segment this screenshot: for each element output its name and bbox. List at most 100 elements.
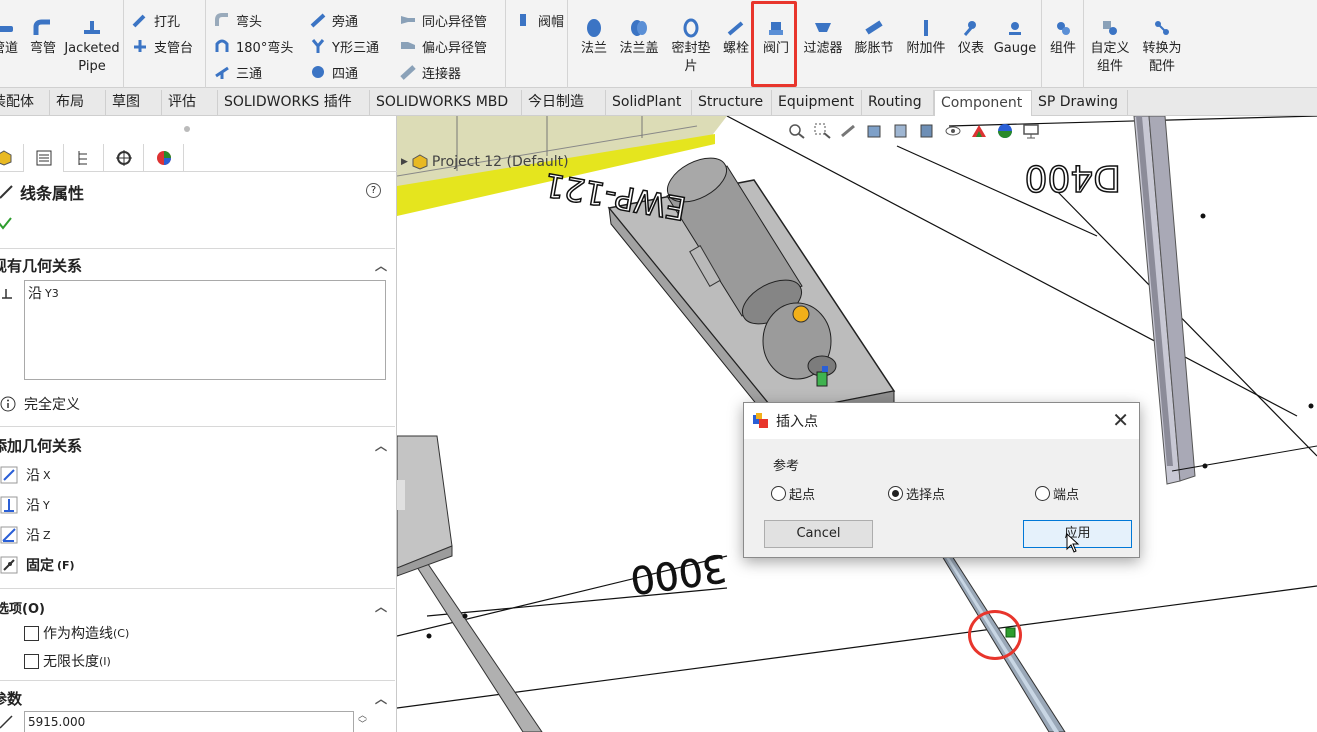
length-spinner[interactable]: ︿ ﹀ [358,712,367,730]
panel-title: 线条属性 [20,184,85,203]
edit-appearance-icon[interactable] [969,122,989,140]
bolt-button[interactable]: 螺栓 [716,0,756,58]
bend-pipe-icon [33,19,50,35]
tab-structure[interactable]: Structure [692,90,772,116]
zoom-to-fit-icon[interactable] [787,122,807,140]
tab-routing[interactable]: Routing [862,90,934,116]
tab-sp-drawing[interactable]: SP Drawing [1032,90,1128,116]
tab-solidplant[interactable]: SolidPlant [606,90,692,116]
radio-end-point[interactable]: 端点 [1035,484,1079,503]
tab-today-manufacturing[interactable]: 今日制造 [522,90,606,116]
custom-assembly-button[interactable]: 自定义 组件 [1086,0,1134,76]
tab-solidworks-mbd[interactable]: SOLIDWORKS MBD [370,90,522,116]
parameters-header[interactable]: 参数 ︿ [0,688,397,709]
attachment-button[interactable]: 附加件 [902,0,950,58]
gauge-button[interactable]: Gauge [992,0,1038,58]
y-tee-button[interactable]: Y形三通 [310,35,379,57]
help-button[interactable]: ? [366,183,381,198]
tab-sketch[interactable]: 草图 [106,90,162,116]
radio-circle-checked[interactable] [888,486,903,501]
tee-button[interactable]: 三通 [214,61,262,83]
add-relations-header[interactable]: 添加几何关系 ︿ [0,435,397,456]
close-icon[interactable]: ✕ [1112,409,1129,431]
tab-evaluate[interactable]: 评估 [162,90,218,116]
elbow-180-button[interactable]: 180°弯头 [214,35,293,57]
jacketed-pipe-button[interactable]: Jacketed Pipe [62,0,122,76]
section-view-icon[interactable] [865,122,885,140]
assembly-button[interactable]: 组件 [1044,0,1082,58]
collapse-caret-icon[interactable]: ︿ [375,690,387,707]
flange-button[interactable]: 法兰 [574,0,614,58]
tab-component[interactable]: Component [934,90,1032,116]
hide-show-icon[interactable] [943,122,963,140]
dimension-3000[interactable]: 3000 [627,545,730,603]
tab-equipment[interactable]: Equipment [772,90,862,116]
radio-circle[interactable] [771,486,786,501]
radio-selected-point[interactable]: 选择点 [888,484,945,503]
length-input[interactable]: 5915.000 [24,711,354,732]
options-header[interactable]: 选项(O) ︿ [0,598,397,617]
view-orientation-icon[interactable] [891,122,911,140]
dialog-title-bar[interactable]: 插入点 ✕ [744,403,1139,439]
cancel-button[interactable]: Cancel [764,520,873,548]
eccentric-reducer-button[interactable]: 偏心异径管 [400,35,487,57]
section-divider [0,588,395,589]
construction-line-checkbox[interactable]: 作为构造线 (C) [24,623,129,643]
checkbox-box[interactable] [24,625,39,641]
previous-view-icon[interactable] [839,122,859,140]
left-equipment-block [397,435,453,577]
connector-button[interactable]: 连接器 [400,61,461,83]
panel-grip[interactable] [184,126,190,132]
add-along-z-button[interactable]: 沿 Z [0,525,51,545]
radio-circle[interactable] [1035,486,1050,501]
cap-button[interactable]: 阀帽 [516,9,564,31]
breadcrumb-arrow-icon[interactable]: ▶ [401,157,408,167]
tab-layout[interactable]: 布局 [50,90,106,116]
bend-pipe-button[interactable]: 弯管 [26,0,60,58]
cross-button[interactable]: 四通 [310,61,358,83]
checkbox-box[interactable] [24,653,39,669]
blind-flange-button[interactable]: 法兰盖 [614,0,664,58]
gasket-button[interactable]: 密封垫 片 [666,0,716,76]
expansion-joint-button[interactable]: 膨胀节 [850,0,898,58]
convert-button[interactable]: 转换为 配件 [1138,0,1186,76]
dimension-d400[interactable]: D400 [1024,156,1122,199]
display-style-icon[interactable] [917,122,937,140]
ok-check-icon[interactable] [0,216,12,230]
panel-splitter-handle[interactable] [397,480,405,510]
assembly-icon [412,154,428,170]
bypass-button[interactable]: 旁通 [310,9,358,31]
feature-breadcrumb[interactable]: ▶ Project 12 (Default) [401,154,569,170]
instrument-button[interactable]: 仪表 [952,0,990,58]
elbow-button[interactable]: 弯头 [214,9,262,31]
collapse-caret-icon[interactable]: ︿ [375,257,387,274]
add-along-y-button[interactable]: 沿 Y [0,495,50,515]
eccentric-reducer-icon [401,42,415,49]
filter-button[interactable]: 过滤器 [800,0,846,58]
attachment-icon [924,20,928,36]
existing-relations-list[interactable]: 沿 Y3 [24,280,386,380]
collapse-caret-icon[interactable]: ︿ [375,437,387,454]
display-manager-tab[interactable] [144,144,184,172]
add-along-x-button[interactable]: 沿 X [0,465,51,485]
zoom-area-icon[interactable] [813,122,833,140]
dimxpert-tab[interactable] [104,144,144,172]
existing-relations-header[interactable]: 现有几何关系 ︿ [0,255,397,276]
featuremanager-tab[interactable] [0,144,24,172]
concentric-reducer-button[interactable]: 同心异径管 [400,9,487,31]
pipe-button[interactable]: 管道 [0,0,22,58]
drill-button[interactable]: 打孔 [132,9,180,31]
branch-button[interactable]: 支管台 [132,35,193,57]
radio-start-point[interactable]: 起点 [771,484,815,503]
configurationmanager-tab[interactable] [64,144,104,172]
add-fixed-button[interactable]: 固定 (F) [0,555,75,575]
tab-assembly[interactable]: 装配体 [0,90,50,116]
infinite-length-checkbox[interactable]: 无限长度 (I) [24,651,111,671]
tab-solidworks-addins[interactable]: SOLIDWORKS 插件 [218,90,370,116]
apply-scene-icon[interactable] [995,122,1015,140]
propertymanager-tab[interactable] [24,144,64,172]
relation-list-item[interactable]: 沿 Y3 [28,283,59,303]
view-settings-icon[interactable] [1021,122,1041,140]
collapse-caret-icon[interactable]: ︿ [375,598,387,615]
pipe-icon [0,26,13,32]
